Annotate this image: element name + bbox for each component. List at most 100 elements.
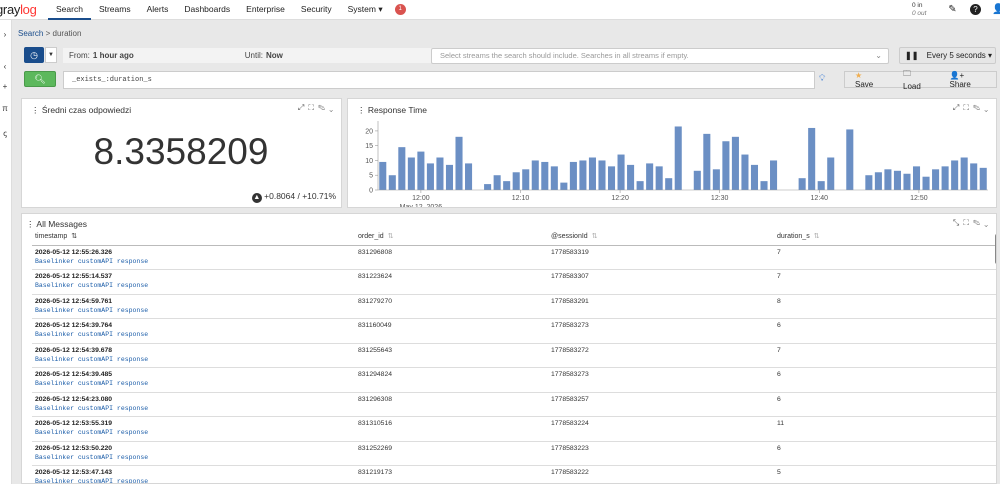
- message-text[interactable]: Baselinker customAPI response: [35, 258, 352, 265]
- sidebar-decorators-icon[interactable]: ꞔ: [0, 128, 10, 139]
- chart-bar[interactable]: [493, 175, 501, 190]
- nav-alerts[interactable]: Alerts: [139, 0, 177, 20]
- table-row[interactable]: 2026-05-12 12:53:50.220 Baselinker custom…: [32, 441, 996, 466]
- expand-icon[interactable]: ⤢: [953, 103, 963, 112]
- chart-bar[interactable]: [693, 170, 701, 190]
- message-text[interactable]: Baselinker customAPI response: [35, 478, 352, 483]
- chart-bar[interactable]: [665, 178, 673, 190]
- chart-bar[interactable]: [798, 178, 806, 190]
- nav-enterprise[interactable]: Enterprise: [238, 0, 293, 20]
- table-row[interactable]: 2026-05-12 12:55:26.326 Baselinker custom…: [32, 245, 996, 270]
- chart-bar[interactable]: [979, 167, 987, 190]
- chart-bar[interactable]: [379, 161, 387, 190]
- edit-widget-icon[interactable]: ✎: [973, 103, 984, 112]
- notification-badge[interactable]: 1: [394, 4, 406, 15]
- table-row[interactable]: 2026-05-12 12:54:39.764 Baselinker custom…: [32, 318, 996, 344]
- chart-bar[interactable]: [655, 166, 663, 190]
- widget-menu-chevron-icon[interactable]: ⌄: [984, 103, 992, 112]
- chart-bar[interactable]: [893, 170, 901, 190]
- chart-bar[interactable]: [808, 127, 816, 190]
- chart-bar[interactable]: [550, 166, 558, 190]
- search-button[interactable]: 🔍︎: [24, 71, 56, 87]
- fullscreen-icon[interactable]: ⛶: [963, 103, 973, 112]
- chart-bar[interactable]: [903, 173, 911, 190]
- table-row[interactable]: 2026-05-12 12:54:59.761 Baselinker custom…: [32, 294, 996, 319]
- sort-icon[interactable]: ⇅: [71, 233, 77, 240]
- breadcrumb-search-link[interactable]: Search: [18, 29, 43, 38]
- chart-bar[interactable]: [541, 161, 549, 190]
- chart-bar[interactable]: [846, 129, 854, 190]
- chart-bar[interactable]: [407, 157, 415, 191]
- sort-icon[interactable]: ⇅: [388, 233, 394, 240]
- load-button[interactable]: 🗀Load: [893, 68, 940, 91]
- message-text[interactable]: Baselinker customAPI response: [35, 356, 352, 363]
- chart-bar[interactable]: [741, 154, 749, 190]
- chart-bar[interactable]: [588, 157, 596, 191]
- message-text[interactable]: Baselinker customAPI response: [35, 405, 352, 412]
- query-input[interactable]: _exists_:duration_s: [63, 71, 815, 89]
- nav-dashboards[interactable]: Dashboards: [176, 0, 238, 20]
- chart-bar[interactable]: [912, 166, 921, 190]
- user-icon[interactable]: 👤: [992, 3, 1000, 16]
- sidebar-add-icon[interactable]: +: [0, 82, 10, 91]
- chart-bar[interactable]: [607, 166, 616, 190]
- message-text[interactable]: Baselinker customAPI response: [35, 454, 352, 461]
- table-row[interactable]: 2026-05-12 12:53:47.143 Baselinker custom…: [32, 465, 996, 483]
- chart-bar[interactable]: [722, 141, 730, 190]
- chart-bar[interactable]: [884, 169, 892, 190]
- message-text[interactable]: Baselinker customAPI response: [35, 307, 352, 314]
- chart-bar[interactable]: [703, 133, 711, 190]
- edit-icon[interactable]: ✎: [946, 3, 959, 16]
- sidebar-fields-icon[interactable]: π: [0, 104, 10, 113]
- chart-bar[interactable]: [617, 154, 625, 190]
- query-help-icon[interactable]: 💡︎: [819, 73, 825, 84]
- response-time-chart[interactable]: 0 5 10 15 20 12:00 12:10 12:20 12:30 12:40 12:50 Ma…: [348, 115, 996, 207]
- chart-bar[interactable]: [674, 126, 682, 190]
- widget-menu-chevron-icon[interactable]: ⌄: [329, 103, 337, 112]
- chart-bar[interactable]: [750, 164, 759, 190]
- chart-bar[interactable]: [646, 163, 654, 190]
- chart-bar[interactable]: [484, 184, 492, 190]
- column-header-timestamp[interactable]: timestamp ⇅: [32, 228, 355, 246]
- chart-bar[interactable]: [598, 160, 606, 190]
- chart-bar[interactable]: [503, 181, 511, 190]
- message-text[interactable]: Baselinker customAPI response: [35, 282, 352, 289]
- chart-bar[interactable]: [417, 151, 425, 190]
- chart-bar[interactable]: [827, 157, 835, 191]
- help-icon[interactable]: ?: [970, 4, 981, 15]
- chart-bar[interactable]: [436, 157, 444, 191]
- fullscreen-icon[interactable]: ⛶: [963, 218, 973, 227]
- nav-security[interactable]: Security: [293, 0, 340, 20]
- throughput-indicator[interactable]: 0 in 0 out: [912, 2, 926, 17]
- chart-bar[interactable]: [712, 169, 720, 190]
- share-button[interactable]: 👤+ Share: [940, 71, 996, 89]
- column-header-session-id[interactable]: @sessionId ⇅: [548, 228, 774, 246]
- column-header-order-id[interactable]: order_id ⇅: [355, 228, 548, 246]
- compress-icon[interactable]: ⤡: [953, 218, 963, 227]
- chart-bar[interactable]: [731, 136, 739, 190]
- table-row[interactable]: 2026-05-12 12:53:55.319 Baselinker custom…: [32, 416, 996, 442]
- table-row[interactable]: 2026-05-12 12:54:39.485 Baselinker custom…: [32, 367, 996, 393]
- chart-bar[interactable]: [941, 166, 949, 190]
- chart-bar[interactable]: [531, 160, 539, 190]
- auto-refresh-button[interactable]: ❚❚ Every 5 seconds ▾: [899, 47, 996, 64]
- column-header-duration[interactable]: duration_s ⇅: [774, 228, 996, 246]
- chart-bar[interactable]: [960, 157, 968, 191]
- chart-bar[interactable]: [951, 160, 959, 190]
- nav-streams[interactable]: Streams: [91, 0, 139, 20]
- chart-bar[interactable]: [760, 181, 768, 190]
- chart-bar[interactable]: [560, 182, 568, 190]
- nav-system[interactable]: System ▾: [340, 0, 391, 20]
- sort-icon[interactable]: ⇅: [592, 233, 598, 240]
- chart-bar[interactable]: [636, 181, 644, 190]
- chart-bar[interactable]: [627, 164, 635, 190]
- chart-bar[interactable]: [455, 136, 463, 190]
- chart-bar[interactable]: [465, 163, 473, 190]
- chart-bar[interactable]: [922, 176, 930, 190]
- sidebar-expand-icon[interactable]: ›: [0, 30, 10, 39]
- edit-widget-icon[interactable]: ✎: [973, 218, 984, 227]
- fullscreen-icon[interactable]: ⛶: [308, 103, 318, 112]
- chart-bar[interactable]: [874, 172, 882, 190]
- streams-select[interactable]: Select streams the search should include…: [431, 48, 889, 64]
- chart-bar[interactable]: [970, 163, 978, 190]
